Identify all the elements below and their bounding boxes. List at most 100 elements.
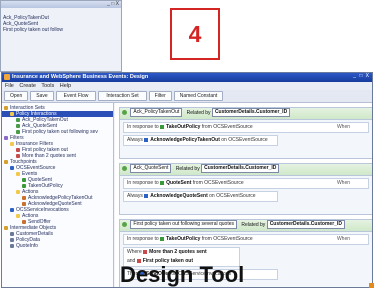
event-icon xyxy=(160,180,165,185)
menu-file[interactable]: File xyxy=(5,83,14,89)
rule-icon xyxy=(122,166,127,172)
action-icon xyxy=(144,137,149,142)
toolbar: Open Save Event Flow Interaction Set Fil… xyxy=(2,90,372,103)
action-icon xyxy=(22,201,26,206)
step-number: 4 xyxy=(188,20,202,47)
action-name: AcknowledgePolicyTakenOut xyxy=(150,137,220,143)
rule-card[interactable]: Ack_QuoteSent Related by CustomerDetails… xyxy=(119,163,372,215)
in-response-row[interactable]: In response to TakeOutPolicy from OCSEve… xyxy=(123,122,369,133)
folder-icon xyxy=(4,225,8,230)
caption-title: Design Tool xyxy=(120,262,245,287)
when-label: When xyxy=(336,236,350,242)
when-label: When xyxy=(336,124,350,130)
navigator-tree: Interaction Sets Policy Interactions Ack… xyxy=(2,103,114,287)
menu-bar: File Create Tools Help xyxy=(2,82,372,90)
action-target: on OCSEventSource xyxy=(221,137,268,143)
filter-icon xyxy=(16,147,20,152)
in-response-label: In response to xyxy=(127,180,159,186)
tree-label: First policy taken out following sev xyxy=(22,129,98,135)
event-source: from OCSEventSource xyxy=(201,124,253,130)
open-button[interactable]: Open xyxy=(4,91,29,101)
folder-icon xyxy=(4,105,8,110)
event-name: TakeOutPolicy xyxy=(166,124,201,130)
object-icon xyxy=(10,231,14,236)
app-icon xyxy=(4,74,10,80)
interaction-set-button[interactable]: Interaction Set xyxy=(98,91,147,101)
menu-help[interactable]: Help xyxy=(60,83,71,89)
rule-header: Ack_QuoteSent Related by CustomerDetails… xyxy=(120,164,372,176)
rule-icon xyxy=(16,129,20,134)
rule-name[interactable]: First policy taken out following several… xyxy=(130,220,237,230)
rule-card[interactable]: Ack_PolicyTakenOut Related by CustomerDe… xyxy=(119,107,372,159)
in-response-row[interactable]: In response to TakeOutPolicy from OCSEve… xyxy=(123,234,369,245)
window-controls[interactable]: _ □ X xyxy=(353,73,370,79)
in-response-label: In response to xyxy=(127,124,159,130)
related-value-text: CustomerDetails.Customer_ID xyxy=(214,109,288,116)
in-response-row[interactable]: In response to QuoteSent from OCSEventSo… xyxy=(123,178,369,189)
always-label: Always xyxy=(127,193,143,199)
event-source: from OCSEventSource xyxy=(201,236,253,242)
event-icon xyxy=(22,177,26,182)
rule-icon xyxy=(122,110,127,116)
decorative-mark xyxy=(369,283,374,288)
filter-icon xyxy=(4,135,8,140)
related-value[interactable]: CustomerDetails.Customer_ID xyxy=(211,108,291,118)
filter-icon xyxy=(143,249,148,254)
action-icon xyxy=(22,219,26,224)
folder-icon xyxy=(10,111,14,116)
action-icon xyxy=(22,195,26,200)
condition-1: More than 2 quotes sent xyxy=(149,249,207,255)
related-label: Related by xyxy=(175,166,200,172)
background-window-controls[interactable]: _ □ X xyxy=(107,1,119,7)
background-tree-item[interactable]: First policy taken out following sev... xyxy=(3,27,63,33)
event-icon xyxy=(160,236,165,241)
event-name: TakeOutPolicy xyxy=(166,236,201,242)
folder-icon xyxy=(16,189,20,194)
folder-icon xyxy=(10,141,14,146)
background-tree: Ack_PolicyTakenOut Ack_QuoteSent First p… xyxy=(3,15,63,33)
rule-name[interactable]: Ack_PolicyTakenOut xyxy=(130,108,183,118)
when-label: When xyxy=(336,180,350,186)
related-value[interactable]: CustomerDetails.Customer_ID xyxy=(266,220,345,230)
action-icon xyxy=(144,193,149,198)
folder-icon xyxy=(16,171,20,176)
event-source: from OCSEventSource xyxy=(192,180,244,186)
title-bar: Insurance and WebSphere Business Events:… xyxy=(2,73,372,82)
always-row[interactable]: Always AcknowledgePolicyTakenOut on OCSE… xyxy=(123,135,278,146)
always-row[interactable]: Always AcknowledgeQuoteSent on OCSEventS… xyxy=(123,191,278,202)
touchpoint-icon xyxy=(10,207,14,212)
rule-icon xyxy=(122,222,127,228)
rule-header: First policy taken out following several… xyxy=(120,220,372,232)
action-target: on OCSEventSource xyxy=(209,193,256,199)
related-value-text: CustomerDetails.Customer_ID xyxy=(269,221,342,228)
related-value[interactable]: CustomerDetails.Customer_ID xyxy=(201,164,280,174)
rule-header: Ack_PolicyTakenOut Related by CustomerDe… xyxy=(120,108,372,120)
where-label: Where xyxy=(127,249,142,255)
related-value-text: CustomerDetails.Customer_ID xyxy=(204,165,277,172)
design-panel: Ack_PolicyTakenOut Related by CustomerDe… xyxy=(115,103,372,287)
save-button[interactable]: Save xyxy=(30,91,54,101)
tree-quote-info[interactable]: QuoteInfo xyxy=(2,243,113,249)
action-name: AcknowledgeQuoteSent xyxy=(150,193,208,199)
window-title: Insurance and WebSphere Business Events:… xyxy=(12,74,149,80)
background-window: _ □ X Ack_PolicyTakenOut Ack_QuoteSent F… xyxy=(0,0,122,72)
always-label: Always xyxy=(127,137,143,143)
named-constant-button[interactable]: Named Constant xyxy=(173,91,224,101)
event-flow-button[interactable]: Event Flow xyxy=(55,91,97,101)
menu-create[interactable]: Create xyxy=(19,83,36,89)
related-label: Related by xyxy=(186,110,211,116)
main-window: Insurance and WebSphere Business Events:… xyxy=(1,72,373,288)
in-response-label: In response to xyxy=(127,236,159,242)
folder-icon xyxy=(16,213,20,218)
tree-label: QuoteInfo xyxy=(16,243,38,249)
rule-name[interactable]: Ack_QuoteSent xyxy=(130,164,172,174)
event-icon xyxy=(160,124,165,129)
object-icon xyxy=(10,237,14,242)
background-title-bar: _ □ X xyxy=(1,1,121,8)
touchpoint-icon xyxy=(10,165,14,170)
event-icon xyxy=(22,183,26,188)
related-label: Related by xyxy=(241,222,266,228)
filter-button[interactable]: Filter xyxy=(148,91,172,101)
rule-icon xyxy=(16,117,20,122)
menu-tools[interactable]: Tools xyxy=(41,83,54,89)
